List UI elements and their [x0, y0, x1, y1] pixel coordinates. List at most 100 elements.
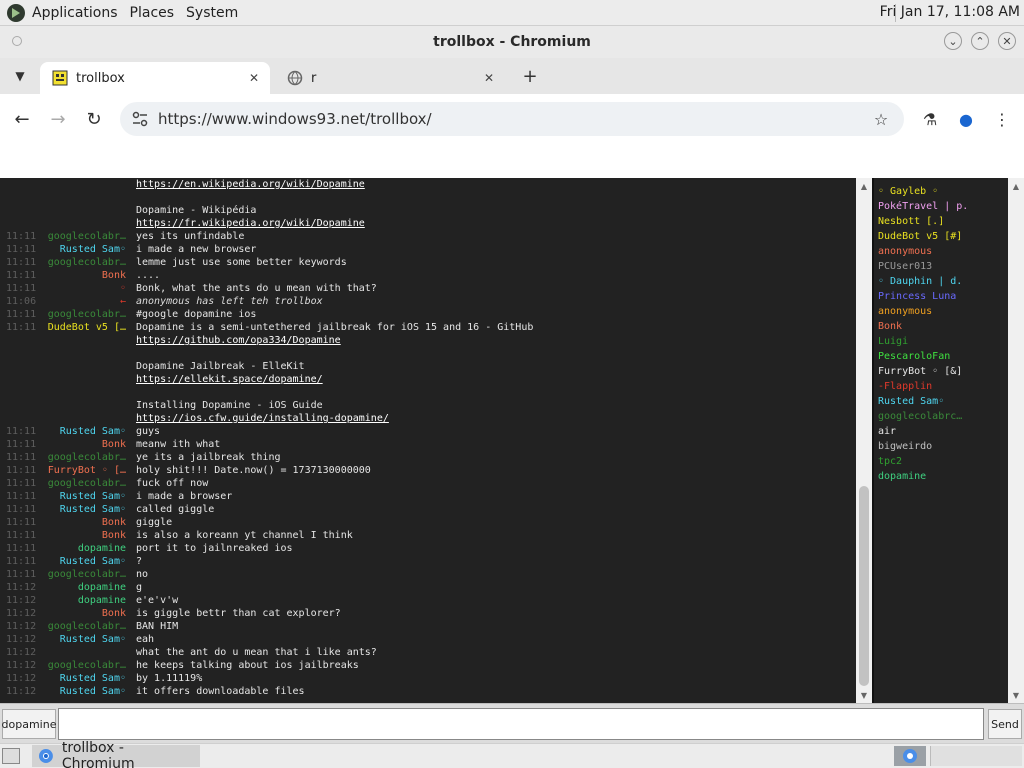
- message-link[interactable]: https://en.wikipedia.org/wiki/Dopamine: [136, 178, 365, 191]
- tab-r[interactable]: r ✕: [275, 62, 505, 94]
- profile-avatar-icon[interactable]: ●: [954, 107, 978, 131]
- message-username[interactable]: dopamine: [78, 594, 126, 607]
- tab-close-icon[interactable]: ✕: [246, 70, 262, 86]
- tab-search-chevron-down-icon[interactable]: ▼: [10, 66, 30, 86]
- reload-icon[interactable]: ↻: [82, 107, 106, 131]
- user-list-item[interactable]: tpc2: [874, 454, 1008, 469]
- menu-applications[interactable]: Applications: [32, 5, 118, 21]
- minimize-button[interactable]: ⌄: [944, 32, 962, 50]
- url-text[interactable]: https://www.windows93.net/trollbox/: [158, 110, 432, 128]
- chat-message-row: 11:11 Rusted Sam◦ i made a browser: [0, 490, 856, 503]
- user-list-item[interactable]: PCUser013: [874, 259, 1008, 274]
- labs-flask-icon[interactable]: ⚗: [918, 107, 942, 131]
- user-list-item[interactable]: anonymous: [874, 304, 1008, 319]
- user-list-item[interactable]: ◦ Gayleb ◦: [874, 184, 1008, 199]
- message-username[interactable]: Rusted Sam◦: [60, 555, 126, 568]
- close-window-button[interactable]: ✕: [998, 32, 1016, 50]
- message-input[interactable]: [58, 708, 984, 740]
- tray-chromium-icon[interactable]: [894, 746, 926, 766]
- message-username[interactable]: googlecolabr…: [48, 308, 126, 321]
- user-list-item[interactable]: FurryBot ◦ [&]: [874, 364, 1008, 379]
- bookmark-star-icon[interactable]: ☆: [872, 110, 890, 129]
- message-username[interactable]: googlecolabr…: [48, 477, 126, 490]
- message-username[interactable]: googlecolabr…: [48, 568, 126, 581]
- message-link[interactable]: https://github.com/opa334/Dopamine: [136, 334, 341, 347]
- nickname-button[interactable]: dopamine: [2, 709, 56, 739]
- taskbar-item-chromium[interactable]: trollbox - Chromium: [32, 740, 200, 768]
- message-username[interactable]: Bonk: [102, 438, 126, 451]
- message-username[interactable]: FurryBot ◦ […: [48, 464, 126, 477]
- scroll-down-icon[interactable]: ▼: [859, 690, 869, 700]
- user-list-item[interactable]: PescaroloFan: [874, 349, 1008, 364]
- site-settings-icon[interactable]: [130, 109, 150, 129]
- user-list-item[interactable]: Bonk: [874, 319, 1008, 334]
- scroll-down-icon[interactable]: ▼: [1011, 690, 1021, 700]
- message-username[interactable]: googlecolabr…: [48, 256, 126, 269]
- user-list-item[interactable]: ◦ Dauphin | d.: [874, 274, 1008, 289]
- tab-trollbox[interactable]: trollbox ✕: [40, 62, 270, 94]
- tab-close-icon[interactable]: ✕: [481, 70, 497, 86]
- user-list-item[interactable]: -Flapplin: [874, 379, 1008, 394]
- message-username[interactable]: Rusted Sam◦: [60, 503, 126, 516]
- kebab-menu-icon[interactable]: ⋮: [990, 107, 1014, 131]
- scroll-up-icon[interactable]: ▲: [1011, 181, 1021, 191]
- message-username[interactable]: Rusted Sam◦: [60, 685, 126, 698]
- message-username[interactable]: Bonk: [102, 516, 126, 529]
- message-username[interactable]: Bonk: [102, 269, 126, 282]
- show-desktop-icon[interactable]: [2, 748, 20, 764]
- message-link[interactable]: https://fr.wikipedia.org/wiki/Dopamine: [136, 217, 365, 230]
- new-tab-plus-icon[interactable]: +: [520, 66, 540, 87]
- user-list-scrollbar[interactable]: ▲ ▼: [1008, 178, 1024, 703]
- screen: Applications Places System Fri Jan 17, 1…: [0, 0, 1024, 768]
- maximize-button[interactable]: ⌃: [971, 32, 989, 50]
- user-list[interactable]: ◦ Gayleb ◦ PokéTravel | p. Nesbott [.] Dude…: [874, 178, 1008, 703]
- message-username[interactable]: googlecolabr…: [48, 659, 126, 672]
- menu-places[interactable]: Places: [130, 5, 175, 21]
- forward-arrow-icon[interactable]: →: [46, 107, 70, 131]
- message-username[interactable]: dopamine: [78, 581, 126, 594]
- message-username[interactable]: ◦: [120, 282, 126, 295]
- message-username[interactable]: Rusted Sam◦: [60, 490, 126, 503]
- message-link[interactable]: https://ios.cfw.guide/installing-dopamin…: [136, 412, 389, 425]
- user-list-item[interactable]: Nesbott [.]: [874, 214, 1008, 229]
- globe-icon: [287, 70, 303, 86]
- message-username[interactable]: Rusted Sam◦: [60, 425, 126, 438]
- send-button[interactable]: Send: [988, 709, 1022, 739]
- workspace-switcher[interactable]: [930, 746, 1022, 766]
- message-username[interactable]: googlecolabr…: [48, 620, 126, 633]
- user-list-item[interactable]: PokéTravel | p.: [874, 199, 1008, 214]
- chat-scrollbar[interactable]: ▲ ▼: [856, 178, 872, 703]
- user-list-item[interactable]: anonymous: [874, 244, 1008, 259]
- user-list-item[interactable]: dopamine: [874, 469, 1008, 484]
- chat-log[interactable]: https://en.wikipedia.org/wiki/Dopamine Do…: [0, 178, 856, 703]
- distro-logo-icon[interactable]: [6, 3, 26, 23]
- scroll-up-icon[interactable]: ▲: [859, 181, 869, 191]
- chat-message-row: 11:12 Rusted Sam◦ eah: [0, 633, 856, 646]
- user-list-item[interactable]: DudeBot v5 [#]: [874, 229, 1008, 244]
- user-list-item[interactable]: Rusted Sam◦: [874, 394, 1008, 409]
- user-list-item[interactable]: air: [874, 424, 1008, 439]
- user-list-item[interactable]: bigweirdo: [874, 439, 1008, 454]
- chat-message-row: 11:11 dopamine port it to jailnreaked ios: [0, 542, 856, 555]
- clock[interactable]: Fri Jan 17, 11:08 AM: [880, 4, 1020, 20]
- window-menu-icon[interactable]: [12, 36, 22, 46]
- address-bar[interactable]: https://www.windows93.net/trollbox/ ☆: [120, 102, 904, 136]
- message-username[interactable]: Rusted Sam◦: [60, 243, 126, 256]
- message-username[interactable]: DudeBot v5 […: [48, 321, 126, 334]
- message-username[interactable]: Bonk: [102, 607, 126, 620]
- message-username[interactable]: Bonk: [102, 529, 126, 542]
- user-list-item[interactable]: Princess Luna: [874, 289, 1008, 304]
- message-link[interactable]: https://ellekit.space/dopamine/: [136, 373, 323, 386]
- window-titlebar[interactable]: trollbox - Chromium ⌄ ⌃ ✕: [0, 26, 1024, 58]
- message-username[interactable]: googlecolabr…: [48, 451, 126, 464]
- message-username[interactable]: Rusted Sam◦: [60, 672, 126, 685]
- user-list-item[interactable]: Luigi: [874, 334, 1008, 349]
- message-username[interactable]: Rusted Sam◦: [60, 633, 126, 646]
- chat-scroll-thumb[interactable]: [859, 486, 869, 686]
- user-list-item[interactable]: googlecolabrc…: [874, 409, 1008, 424]
- menu-system[interactable]: System: [186, 5, 238, 21]
- back-arrow-icon[interactable]: ←: [10, 107, 34, 131]
- message-username[interactable]: ←: [120, 295, 126, 308]
- message-username[interactable]: googlecolabr…: [48, 230, 126, 243]
- message-username[interactable]: dopamine: [78, 542, 126, 555]
